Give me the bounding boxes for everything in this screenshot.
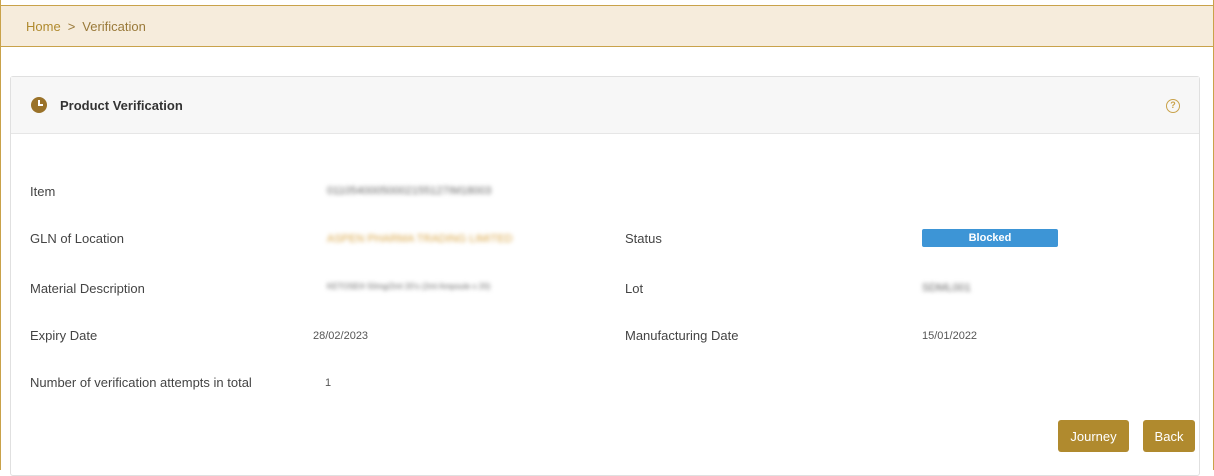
manufacturing-date-label: Manufacturing Date xyxy=(625,328,739,343)
journey-button[interactable]: Journey xyxy=(1058,420,1129,452)
back-button[interactable]: Back xyxy=(1143,420,1195,452)
gln-value[interactable]: ASPEN PHARMA TRADING LIMITED xyxy=(327,233,513,245)
expiry-date-value: 28/02/2023 xyxy=(313,330,369,342)
status-label: Status xyxy=(625,231,662,246)
breadcrumb-separator: > xyxy=(67,18,76,34)
breadcrumb: Home > Verification xyxy=(0,5,1214,47)
item-value: 01105400050002155127IM18003 xyxy=(327,185,492,197)
item-label: Item xyxy=(30,184,56,199)
product-verification-panel: Product Verification ? xyxy=(10,76,1200,476)
lot-label: Lot xyxy=(625,281,644,296)
attempts-label: Number of verification attempts in total xyxy=(30,375,252,390)
attempts-value: 1 xyxy=(325,377,332,389)
expiry-date-label: Expiry Date xyxy=(30,328,98,343)
help-circle-icon[interactable]: ? xyxy=(1166,99,1180,113)
status-badge: Blocked xyxy=(922,229,1058,247)
material-description-label: Material Description xyxy=(30,281,145,296)
lot-value: SDML001 xyxy=(922,282,971,294)
panel-header: Product Verification ? xyxy=(11,77,1199,134)
manufacturing-date-value: 15/01/2022 xyxy=(922,330,978,342)
panel-title: Product Verification xyxy=(60,97,183,113)
breadcrumb-current: Verification xyxy=(82,18,146,34)
gln-label: GLN of Location xyxy=(30,231,124,246)
material-description-value: KETOSE® 50mg/2ml 20's (2ml Ampoule x 20) xyxy=(327,282,491,291)
clock-icon xyxy=(31,97,47,113)
breadcrumb-home-link[interactable]: Home xyxy=(26,19,61,34)
